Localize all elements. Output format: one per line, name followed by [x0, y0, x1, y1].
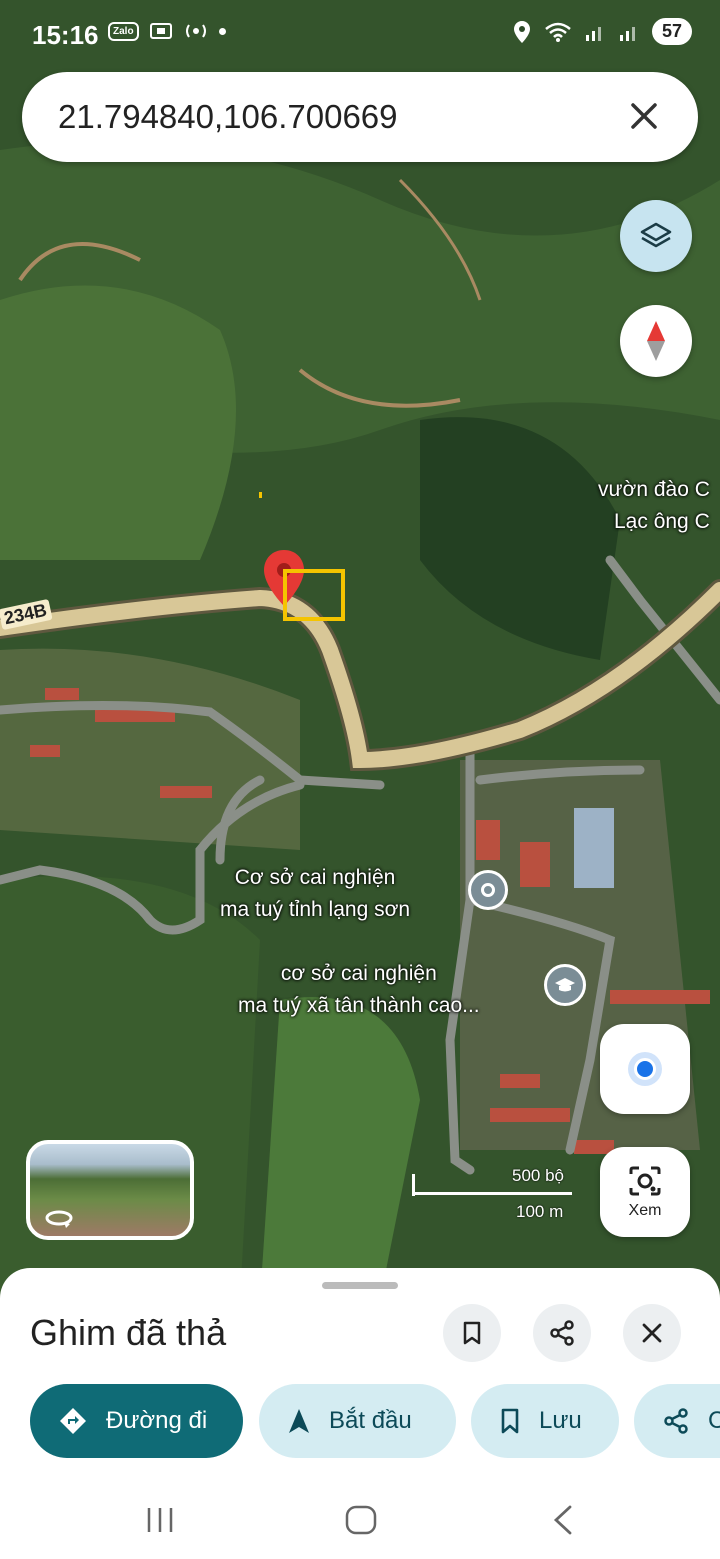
screen-record-icon [149, 23, 172, 39]
share-label: C [708, 1407, 720, 1434]
rotate-360-icon [45, 1210, 73, 1228]
share-button[interactable] [533, 1304, 591, 1362]
poi-label-rehab-province[interactable]: Cơ sở cai nghiện ma tuý tỉnh lạng sơn [220, 862, 410, 926]
location-icon [513, 20, 530, 43]
layers-button[interactable] [620, 200, 692, 272]
close-icon [631, 103, 657, 129]
wifi-icon [545, 22, 571, 42]
directions-button[interactable]: Đường đi [30, 1384, 243, 1458]
notification-dot-icon [218, 27, 226, 35]
close-icon [642, 1323, 662, 1343]
lens-button[interactable]: Xem [600, 1147, 690, 1237]
save-bookmark-button[interactable] [443, 1304, 501, 1362]
layers-icon [640, 222, 672, 248]
hotspot-icon [185, 24, 206, 38]
sheet-title: Ghim đã thả [30, 1312, 227, 1353]
system-nav-bar [0, 1490, 720, 1559]
poi-label-garden[interactable]: vườn đào C Lạc ông C [598, 474, 710, 538]
compass-icon [647, 321, 665, 361]
poi-pin-icon[interactable] [468, 870, 508, 910]
signal-icon [585, 26, 601, 41]
school-icon[interactable] [544, 964, 586, 1006]
directions-label: Đường đi [106, 1407, 208, 1434]
start-label: Bắt đầu [329, 1407, 412, 1434]
start-button[interactable]: Bắt đầu [259, 1384, 456, 1458]
share-icon [662, 1407, 690, 1435]
clock: 15:16 [32, 20, 99, 50]
lens-button-label: Xem [628, 1202, 662, 1219]
my-location-icon [634, 1058, 656, 1080]
save-button[interactable]: Lưu [471, 1384, 619, 1458]
signal-icon-2 [619, 26, 635, 41]
navigation-arrow-icon [287, 1407, 311, 1435]
status-bar: 15:16 Zalo 57 [0, 0, 720, 70]
compass-button[interactable] [620, 305, 692, 377]
sheet-drag-handle[interactable] [322, 1282, 398, 1289]
close-sheet-button[interactable] [623, 1304, 681, 1362]
lens-icon [629, 1166, 661, 1196]
poi-label-rehab-commune[interactable]: cơ sở cai nghiện ma tuý xã tân thành cao… [238, 958, 480, 1022]
recent-apps-icon[interactable] [145, 1504, 175, 1536]
zalo-icon: Zalo [108, 21, 139, 41]
battery-indicator: 57 [651, 18, 692, 45]
search-input[interactable]: 21.794840,106.700669 [58, 98, 398, 136]
highlight-box [283, 569, 345, 621]
street-view-thumbnail[interactable] [26, 1140, 194, 1240]
back-icon[interactable] [550, 1504, 576, 1536]
bookmark-icon [499, 1407, 521, 1435]
share-action-button[interactable]: C [634, 1384, 720, 1458]
search-bar[interactable]: 21.794840,106.700669 [22, 72, 698, 162]
bookmark-icon [463, 1321, 481, 1345]
directions-icon [58, 1406, 88, 1436]
home-icon[interactable] [344, 1504, 378, 1536]
map-scale: 500 bộ 100 m [412, 1166, 572, 1226]
clear-search-button[interactable] [618, 90, 670, 142]
my-location-button[interactable] [600, 1024, 690, 1114]
save-label: Lưu [539, 1407, 582, 1434]
share-icon [550, 1320, 574, 1346]
